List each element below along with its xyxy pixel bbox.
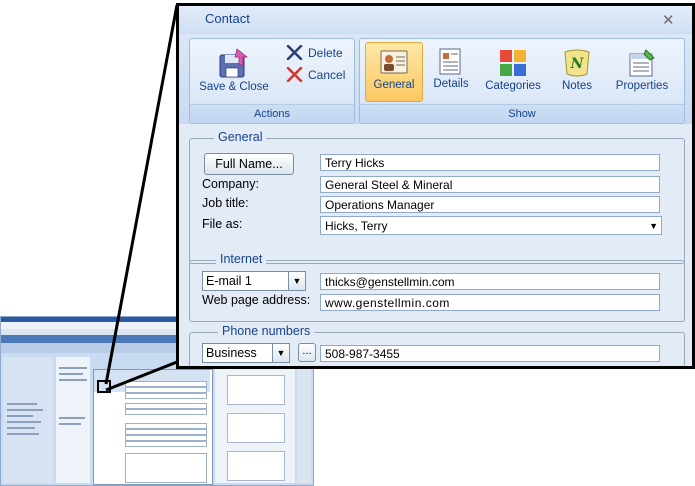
general-label: General bbox=[373, 79, 415, 91]
contact-card-icon bbox=[380, 50, 408, 74]
file-as-select[interactable]: Hicks, Terry ▼ bbox=[320, 216, 662, 235]
details-label: Details bbox=[433, 78, 469, 90]
notes-button[interactable]: N Notes bbox=[552, 48, 602, 92]
properties-button[interactable]: Properties bbox=[608, 48, 676, 92]
actions-group: Save & Close Delete Cancel Actions bbox=[189, 38, 355, 124]
cancel-icon bbox=[286, 66, 303, 83]
close-icon[interactable]: ✕ bbox=[662, 11, 675, 29]
delete-button[interactable]: Delete bbox=[286, 44, 343, 61]
job-title-field[interactable]: Operations Manager bbox=[320, 196, 660, 213]
window-title: Contact bbox=[205, 11, 250, 26]
email-field[interactable]: thicks@genstellmin.com bbox=[320, 273, 660, 290]
notes-label: Notes bbox=[561, 80, 593, 92]
email-type-value: E-mail 1 bbox=[206, 274, 252, 288]
details-icon bbox=[439, 48, 461, 75]
phone-more-button[interactable]: ... bbox=[298, 343, 316, 362]
details-button[interactable]: Details bbox=[426, 48, 476, 90]
phone-number-field[interactable]: 508-987-3455 bbox=[320, 345, 660, 362]
phone-section-title: Phone numbers bbox=[218, 324, 315, 338]
phone-type-value: Business bbox=[206, 346, 257, 360]
ribbon: Save & Close Delete Cancel Actions Gener… bbox=[179, 34, 692, 124]
actions-group-label: Actions bbox=[190, 104, 354, 123]
chevron-down-icon[interactable]: ▼ bbox=[649, 217, 658, 236]
file-as-value: Hicks, Terry bbox=[325, 219, 388, 233]
full-name-field[interactable]: Terry Hicks bbox=[320, 154, 660, 171]
delete-icon bbox=[286, 44, 303, 61]
svg-text:N: N bbox=[570, 56, 585, 72]
save-icon bbox=[219, 48, 248, 78]
company-label: Company: bbox=[202, 177, 259, 191]
notes-icon: N bbox=[564, 49, 590, 77]
contact-window: Contact ✕ Save & Close Delete Cancel Act… bbox=[176, 3, 695, 369]
file-as-label: File as: bbox=[202, 217, 243, 231]
general-section-title: General bbox=[214, 130, 267, 144]
categories-button[interactable]: Categories bbox=[482, 48, 544, 92]
phone-section: Phone numbers Business ▼ ... 508-987-345… bbox=[189, 324, 685, 366]
show-group: General Details Categories N Notes Prope… bbox=[359, 38, 685, 124]
categories-label: Categories bbox=[485, 80, 541, 92]
properties-label: Properties bbox=[615, 80, 669, 92]
full-name-button[interactable]: Full Name... bbox=[204, 153, 294, 175]
chevron-down-icon[interactable]: ▼ bbox=[272, 344, 289, 362]
save-close-label: Save & Close bbox=[199, 81, 269, 93]
categories-icon bbox=[500, 50, 526, 76]
title-bar: Contact ✕ bbox=[179, 6, 692, 34]
contact-form: General Full Name... Terry Hicks Company… bbox=[179, 124, 692, 366]
internet-section-title: Internet bbox=[216, 252, 267, 266]
job-title-label: Job title: bbox=[202, 196, 249, 210]
cancel-label: Cancel bbox=[308, 68, 346, 82]
cancel-button[interactable]: Cancel bbox=[286, 66, 346, 83]
web-page-label: Web page address: bbox=[202, 293, 311, 307]
web-page-field[interactable]: www.genstellmin.com bbox=[320, 294, 660, 311]
internet-section: Internet E-mail 1 ▼ thicks@genstellmin.c… bbox=[189, 252, 685, 322]
delete-label: Delete bbox=[308, 46, 343, 60]
company-field[interactable]: General Steel & Mineral bbox=[320, 176, 660, 193]
show-group-label: Show bbox=[360, 104, 684, 123]
email-type-select[interactable]: E-mail 1 ▼ bbox=[202, 271, 306, 291]
properties-icon bbox=[629, 49, 655, 77]
chevron-down-icon[interactable]: ▼ bbox=[288, 272, 305, 290]
general-section: General Full Name... Terry Hicks Company… bbox=[189, 130, 685, 264]
phone-type-select[interactable]: Business ▼ bbox=[202, 343, 290, 363]
general-button[interactable]: General bbox=[365, 42, 423, 102]
save-close-button[interactable]: Save & Close bbox=[198, 47, 270, 93]
